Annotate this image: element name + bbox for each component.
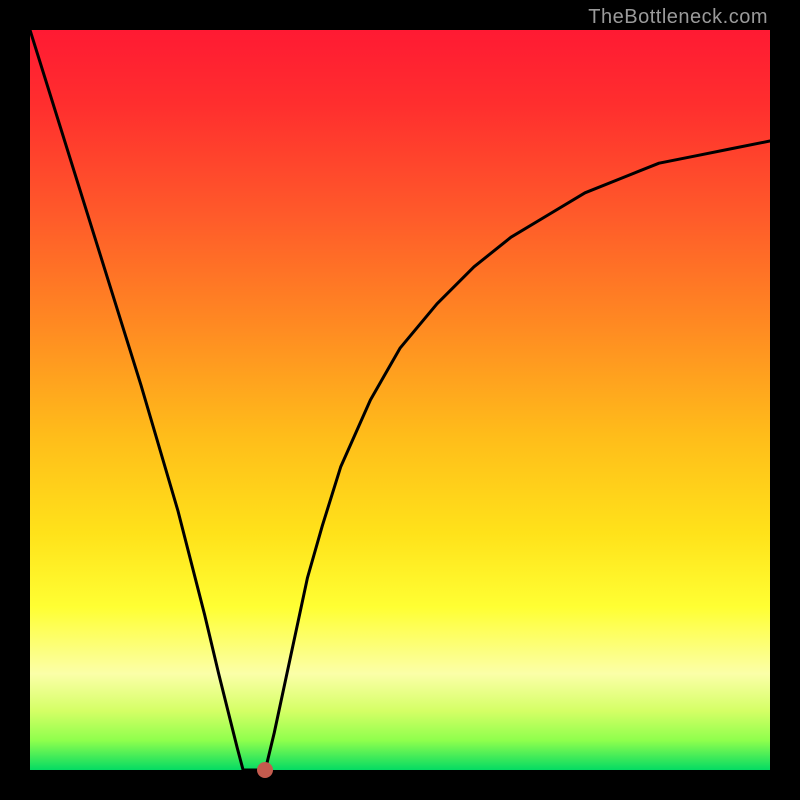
chart-frame: TheBottleneck.com xyxy=(0,0,800,800)
bottleneck-curve xyxy=(30,30,770,770)
plot-area xyxy=(30,30,770,770)
optimum-marker-dot xyxy=(257,762,273,778)
watermark-label: TheBottleneck.com xyxy=(588,6,768,29)
